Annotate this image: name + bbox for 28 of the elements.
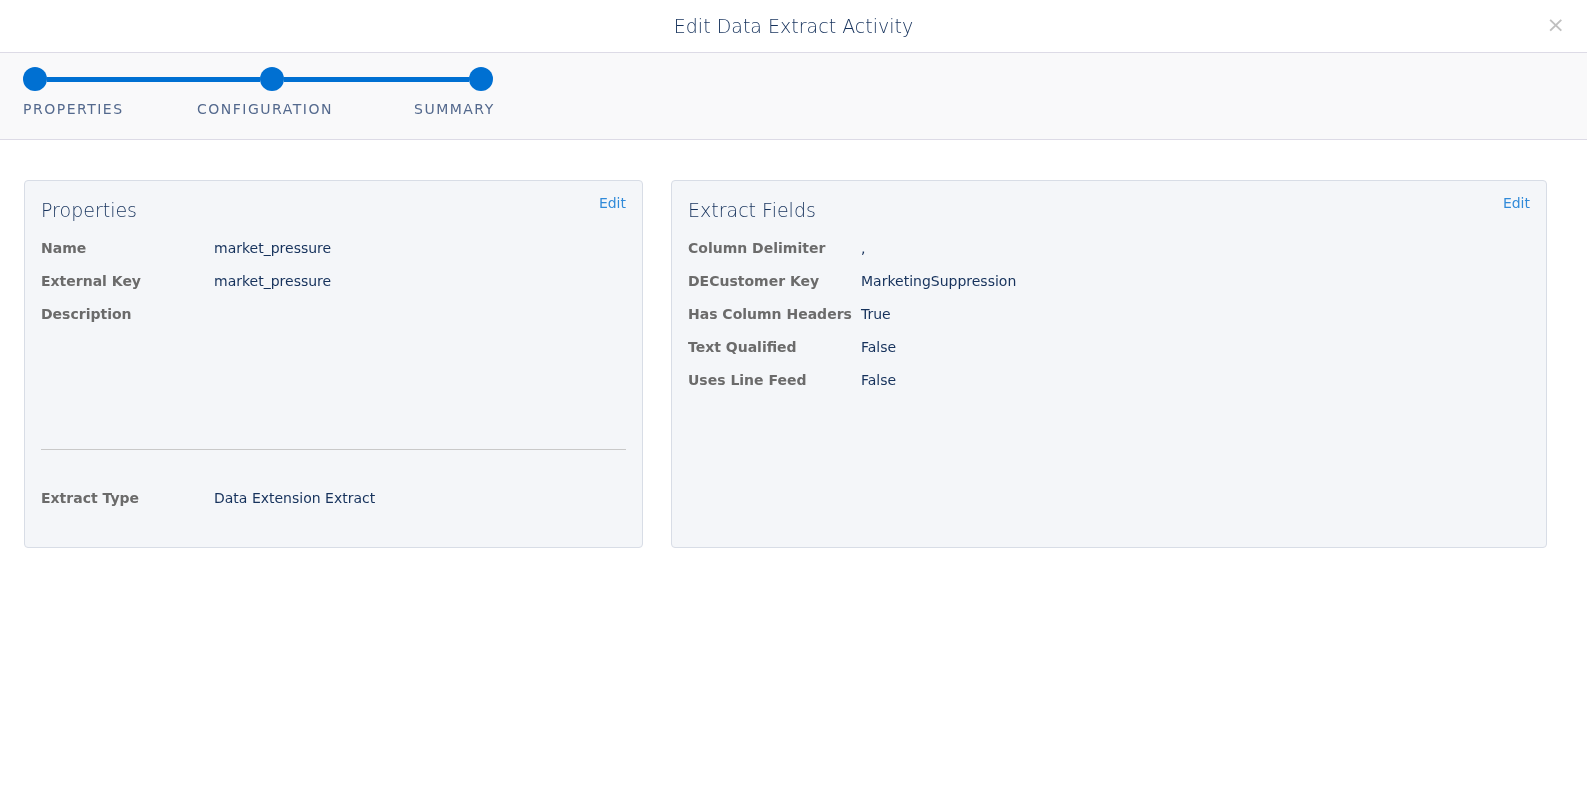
field-value: True	[861, 306, 891, 324]
field-value: market_pressure	[214, 273, 332, 291]
field-label: Extract Type	[41, 490, 140, 506]
step-label[interactable]: CONFIGURATION	[197, 101, 333, 117]
dialog-title: Edit Data Extract Activity	[673, 15, 914, 37]
field-label: Name	[41, 240, 87, 256]
card-title: Properties	[41, 199, 138, 221]
field-value: ,	[861, 240, 866, 258]
step-label[interactable]: SUMMARY	[414, 101, 495, 117]
edit-link[interactable]: Edit	[1502, 195, 1530, 211]
step-marker[interactable]	[260, 67, 284, 91]
card-title: Extract Fields	[688, 199, 816, 221]
field-value: market_pressure	[214, 240, 332, 258]
field-value: False	[861, 339, 897, 357]
field-value: False	[861, 372, 897, 390]
field-label: Has Column Headers	[688, 306, 852, 322]
field-label: Column Delimiter	[688, 240, 826, 256]
step-label[interactable]: PROPERTIES	[23, 101, 124, 117]
field-label: Description	[41, 306, 132, 322]
step-marker[interactable]	[23, 67, 47, 91]
field-label: External Key	[41, 273, 141, 289]
field-value: MarketingSuppression	[861, 273, 1017, 291]
field-label: DECustomer Key	[688, 273, 820, 289]
field-label: Text Qualified	[688, 339, 797, 355]
field-value: Data Extension Extract	[214, 490, 376, 508]
edit-link[interactable]: Edit	[598, 195, 626, 211]
field-label: Uses Line Feed	[688, 372, 807, 388]
step-marker[interactable]	[469, 67, 493, 91]
